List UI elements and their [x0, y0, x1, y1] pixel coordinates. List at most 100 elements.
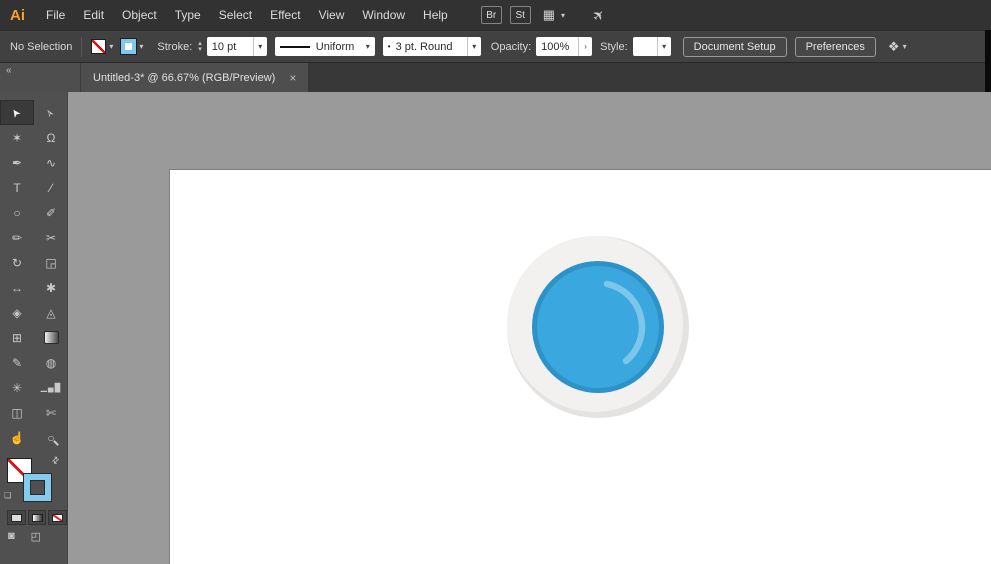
tool-glyph: ◫ — [11, 405, 23, 420]
chevron-down-icon[interactable]: ▾ — [252, 37, 267, 56]
chevron-down-icon[interactable]: ▾ — [139, 42, 143, 51]
circle-artwork[interactable] — [170, 170, 991, 564]
eyedropper-tool[interactable]: ✎ — [0, 350, 34, 375]
mesh-tool[interactable]: ⊞ — [0, 325, 34, 350]
separator — [81, 36, 83, 57]
gpu-performance-icon[interactable]: ✈ — [589, 5, 609, 25]
opacity-panel-icon[interactable]: › — [578, 37, 593, 56]
direct-selection-tool[interactable]: ➢ — [34, 100, 68, 125]
arrange-documents-icon: ▦ — [542, 7, 556, 22]
illustrator-window: Ai File Edit Object Type Select Effect V… — [0, 0, 991, 564]
tool-glyph: ∿ — [45, 155, 57, 170]
tool-glyph: ✱ — [45, 280, 57, 295]
tool-glyph: ◬ — [46, 305, 56, 320]
default-fill-stroke-icon[interactable]: ❏ — [4, 491, 11, 500]
tool-glyph: ✳ — [11, 380, 23, 395]
menu-help[interactable]: Help — [414, 8, 457, 22]
width-profile-dropdown[interactable]: Uniform ▾ — [274, 37, 375, 56]
arrange-documents-dropdown[interactable]: ▦ ▾ — [543, 7, 565, 23]
menu-view[interactable]: View — [310, 8, 354, 22]
control-bar: No Selection ▾ ▾ Stroke: ▴ ▾ 10 pt ▾ Uni… — [0, 30, 991, 63]
stock-button[interactable]: St — [509, 6, 531, 24]
style-dropdown[interactable]: ▾ — [632, 37, 671, 56]
menu-window[interactable]: Window — [353, 8, 414, 22]
menu-bar: Ai File Edit Object Type Select Effect V… — [0, 0, 991, 30]
slice-tool[interactable]: ✄ — [34, 400, 68, 425]
stroke-weight-dropdown[interactable]: 10 pt ▾ — [206, 37, 267, 56]
chevron-down-icon[interactable]: ▾ — [656, 37, 671, 56]
pasteboard[interactable] — [68, 92, 991, 564]
tools-panel: ➤ ➢ ✶ Ω ✒ ∿ T ∕ ○ ✐ ✏ ✂ ↻ ◲ ↔ ✱ ◈ ◬ ⊞ ✎ — [0, 92, 68, 564]
opacity-label: Opacity: — [490, 40, 532, 53]
symbol-sprayer-tool[interactable]: ✳ — [0, 375, 34, 400]
chevron-down-icon[interactable]: ▾ — [109, 42, 113, 51]
width-tool[interactable]: ↔ — [0, 275, 34, 300]
draw-normal-icon[interactable]: ◙ — [8, 530, 15, 543]
document-tab[interactable]: Untitled-3* @ 66.67% (RGB/Preview) × — [80, 63, 309, 92]
fill-color-swatch[interactable] — [91, 39, 107, 54]
hand-tool[interactable]: ☝ — [0, 425, 34, 450]
transform-reference-widget[interactable]: ❖ ▾ — [888, 39, 907, 55]
drawing-modes: ◙ ◰ — [0, 530, 67, 543]
gradient-icon — [31, 513, 43, 522]
artboard-tool[interactable]: ◫ — [0, 400, 34, 425]
column-graph-tool[interactable]: ▁▄█ — [34, 375, 68, 400]
blend-tool[interactable]: ◍ — [34, 350, 68, 375]
artboard[interactable] — [169, 169, 991, 564]
app-logo: Ai — [10, 6, 25, 24]
preferences-button[interactable]: Preferences — [794, 36, 876, 57]
collapse-panel-icon[interactable]: « — [6, 65, 12, 76]
magic-wand-tool[interactable]: ✶ — [0, 125, 34, 150]
zoom-tool[interactable]: ○ — [34, 425, 68, 450]
perspective-grid-tool[interactable]: ◬ — [34, 300, 68, 325]
tool-glyph: ✒ — [11, 155, 23, 170]
screen-mode-icon[interactable]: ◰ — [31, 530, 41, 543]
none-button[interactable] — [48, 510, 68, 525]
rotate-tool[interactable]: ↻ — [0, 250, 34, 275]
bridge-button[interactable]: Br — [480, 6, 502, 24]
stroke-color-swatch[interactable] — [121, 39, 137, 54]
lasso-tool[interactable]: Ω — [34, 125, 68, 150]
free-transform-tool[interactable]: ✱ — [34, 275, 68, 300]
swap-fill-stroke-icon[interactable]: ⇄ — [50, 454, 63, 467]
chevron-down-icon[interactable]: ▾ — [466, 37, 481, 56]
gradient-button[interactable] — [27, 510, 47, 525]
scale-tool[interactable]: ◲ — [34, 250, 68, 275]
ellipse-tool[interactable]: ○ — [0, 200, 34, 225]
document-setup-button[interactable]: Document Setup — [682, 36, 787, 57]
tool-glyph: ✄ — [45, 405, 57, 420]
gradient-swatch-icon — [43, 331, 59, 344]
tool-glyph: ✂ — [45, 230, 57, 245]
stroke-swatch[interactable] — [24, 474, 51, 501]
color-button[interactable] — [7, 510, 26, 525]
curvature-tool[interactable]: ∿ — [34, 150, 68, 175]
panel-header-area: « — [0, 63, 80, 92]
shape-builder-tool[interactable]: ◈ — [0, 300, 34, 325]
selection-tool[interactable]: ➤ — [0, 100, 34, 125]
chevron-down-icon: ▾ — [561, 10, 566, 20]
stepper-down-icon[interactable]: ▾ — [198, 46, 202, 53]
line-segment-tool[interactable]: ∕ — [34, 175, 68, 200]
menu-effect[interactable]: Effect — [261, 8, 309, 22]
paintbrush-tool[interactable]: ✐ — [34, 200, 68, 225]
pen-tool[interactable]: ✒ — [0, 150, 34, 175]
menu-type[interactable]: Type — [166, 8, 210, 22]
close-tab-icon[interactable]: × — [289, 71, 296, 85]
menu-object[interactable]: Object — [113, 8, 166, 22]
gradient-tool[interactable] — [34, 325, 68, 350]
menu-file[interactable]: File — [37, 8, 74, 22]
tool-glyph: ☝ — [9, 430, 25, 445]
tool-glyph: ○ — [13, 205, 21, 220]
menu-edit[interactable]: Edit — [74, 8, 113, 22]
stroke-weight-stepper[interactable]: ▴ ▾ — [198, 40, 202, 53]
tool-glyph: ⊞ — [11, 330, 23, 345]
menu-select[interactable]: Select — [210, 8, 261, 22]
style-label: Style: — [600, 40, 628, 53]
right-edge-strip — [985, 30, 991, 92]
pencil-tool[interactable]: ✏ — [0, 225, 34, 250]
type-tool[interactable]: T — [0, 175, 34, 200]
scissors-tool[interactable]: ✂ — [34, 225, 68, 250]
opacity-field[interactable]: 100% › — [536, 37, 593, 56]
brush-definition-dropdown[interactable]: • 3 pt. Round ▾ — [382, 37, 481, 56]
chevron-down-icon: ▾ — [902, 42, 907, 51]
